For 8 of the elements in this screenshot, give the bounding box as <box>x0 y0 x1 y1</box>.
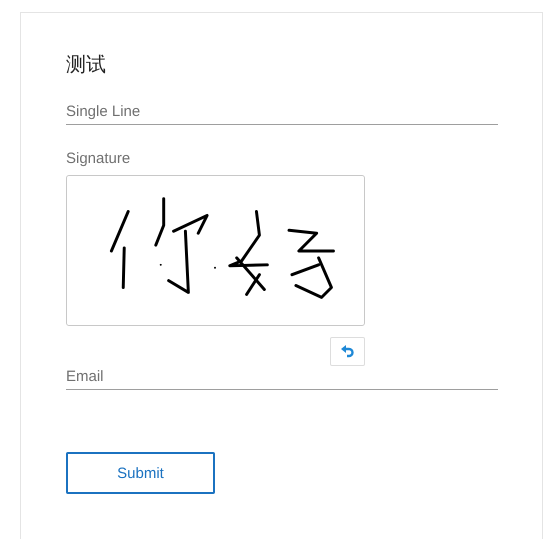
field-label: Signature <box>66 150 132 167</box>
submit-button[interactable]: Submit <box>66 452 215 494</box>
signature-pad[interactable] <box>66 175 365 326</box>
text-field[interactable]: Single Line <box>66 103 498 125</box>
form-title: 测试 <box>66 51 107 77</box>
undo-icon <box>340 344 356 360</box>
undo-button[interactable] <box>330 337 365 366</box>
text-field[interactable]: Email <box>66 368 498 390</box>
